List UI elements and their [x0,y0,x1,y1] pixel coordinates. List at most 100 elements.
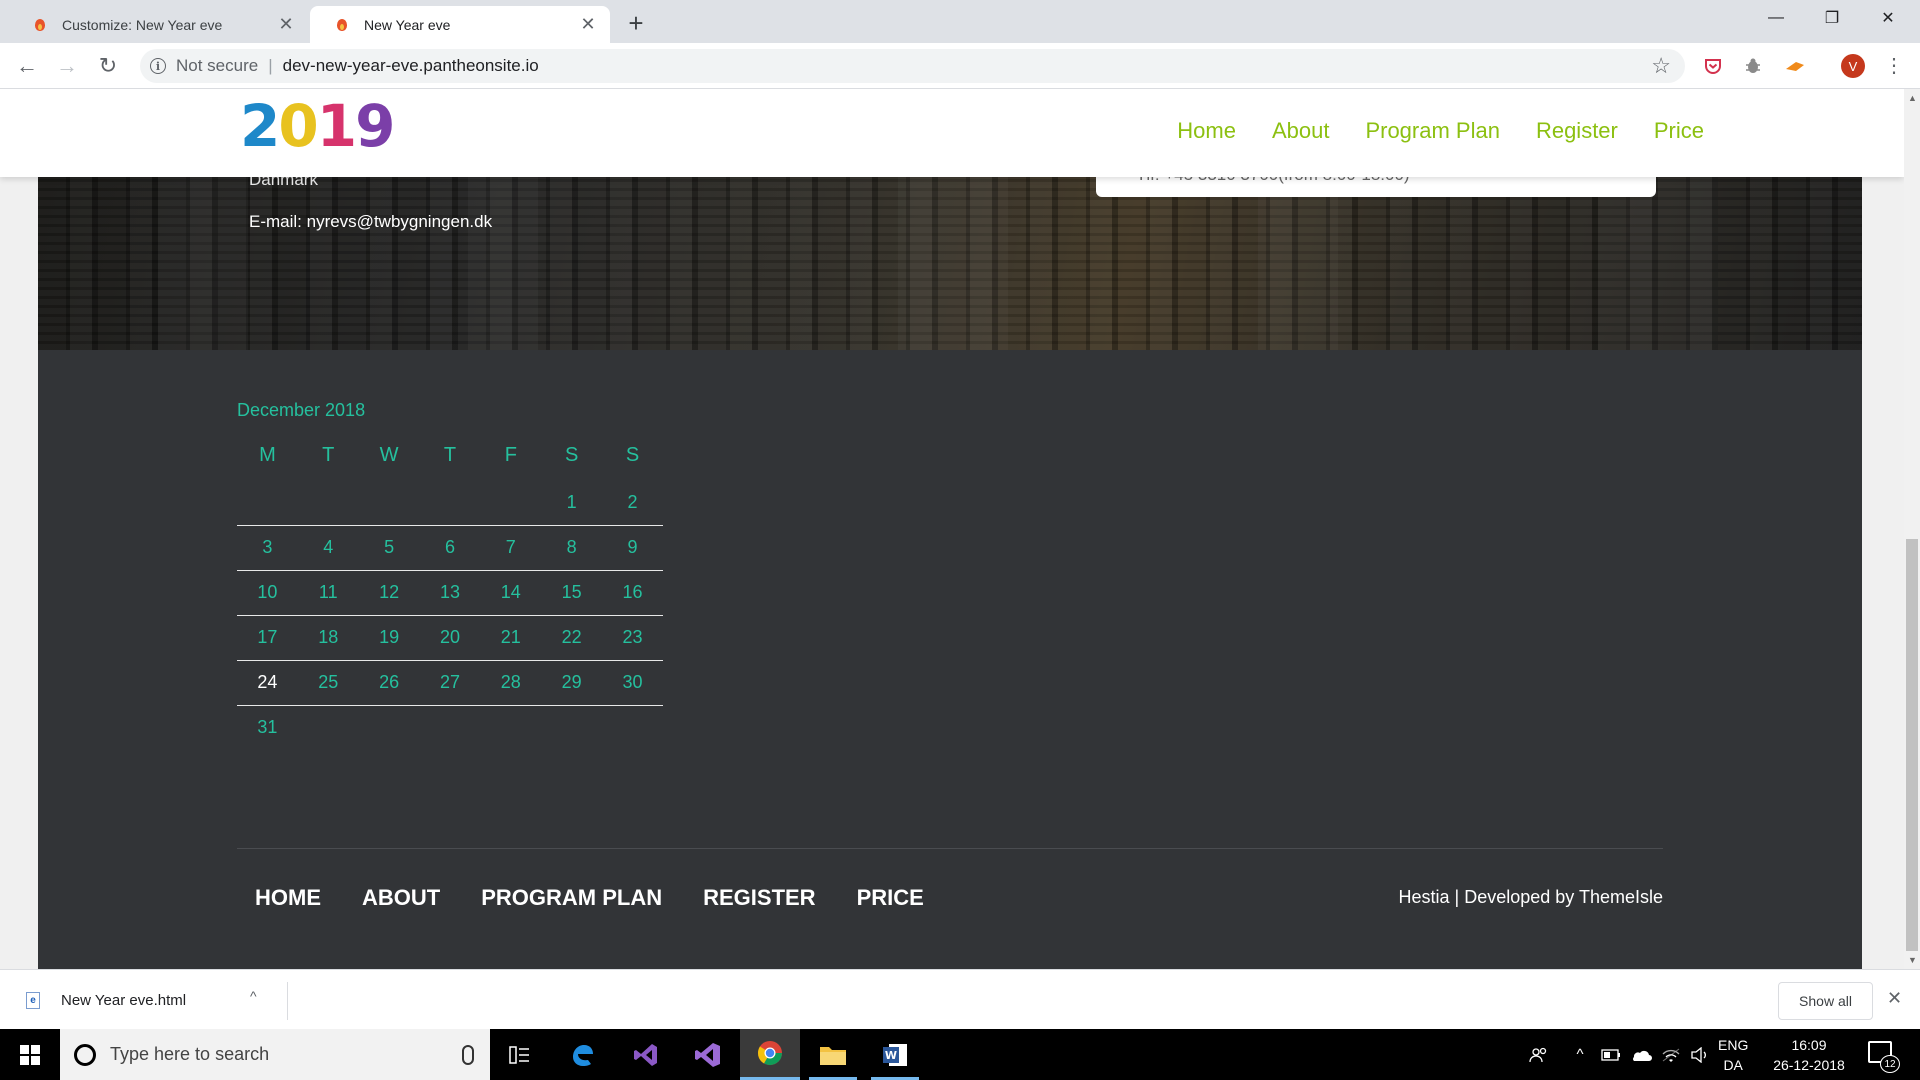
calendar-day: 8 [541,525,603,571]
browser-toolbar: ← → ↻ i Not secure | dev-new-year-eve.pa… [0,43,1920,89]
footer-link-home[interactable]: HOME [255,885,321,911]
clock-time: 16:09 [1791,1037,1827,1053]
calendar-empty-cell [541,705,602,750]
calendar-day: 5 [358,525,420,571]
profile-avatar[interactable]: V [1841,54,1865,78]
tab-close-icon[interactable]: ✕ [576,13,600,37]
bug-extension-icon[interactable] [1742,55,1764,77]
main-navigation: Home About Program Plan Register Price [1177,118,1704,144]
volume-icon[interactable] [1688,1029,1712,1080]
calendar-caption: December 2018 [237,400,366,420]
tab-title: New Year eve [364,16,451,33]
address-email: E-mail: nyrevs@twbygningen.dk [249,212,493,231]
chrome-icon[interactable] [740,1029,800,1080]
calendar-day: 7 [480,525,542,571]
scroll-down-arrow-icon[interactable]: ▼ [1908,955,1917,965]
calendar-empty-cell [359,705,420,750]
calendar-day: 19 [358,615,420,661]
system-clock[interactable]: 16:09 26-12-2018 [1766,1035,1852,1075]
calendar-day: 15 [541,570,603,616]
calendar-empty-cell [420,705,481,750]
nav-about[interactable]: About [1272,118,1330,144]
nav-program-plan[interactable]: Program Plan [1365,118,1500,144]
calendar-day: 27 [419,660,481,706]
forward-button[interactable]: → [52,51,82,81]
word-icon[interactable]: W [865,1029,925,1080]
site-header: 2019 Home About Program Plan Register Pr… [0,89,1904,177]
onedrive-icon[interactable] [1630,1029,1652,1080]
tab-strip: Customize: New Year eve ✕ New Year eve ✕… [0,0,1920,43]
chevron-up-icon[interactable]: ^ [250,988,257,1004]
calendar-empty-cell [480,480,542,526]
browser-menu-icon[interactable]: ⋮ [1884,53,1904,79]
weekday-header: M [259,443,276,466]
nav-register[interactable]: Register [1536,118,1618,144]
language-indicator[interactable]: ENG DA [1718,1035,1748,1075]
battery-icon[interactable] [1600,1029,1622,1080]
scroll-thumb[interactable] [1906,539,1918,951]
star-icon[interactable]: ☆ [1651,53,1671,79]
page-scrollbar[interactable]: ▲ ▼ [1904,89,1920,969]
tab-new-year-eve[interactable]: New Year eve ✕ [310,6,610,43]
site-footer: December 2018 M T W T F S S 1 2 3 4 5 6 7 8 9 10 1… [38,350,1862,969]
calendar-day: 17 [237,615,298,661]
themeisle-link[interactable]: ThemeIsle [1579,887,1663,907]
calendar-empty-cell [358,480,420,526]
task-view-icon[interactable] [490,1029,550,1080]
nav-price[interactable]: Price [1654,118,1704,144]
chevron-up-icon[interactable]: ^ [1570,1029,1590,1080]
calendar-empty-cell [419,480,481,526]
orange-extension-icon[interactable] [1784,55,1806,77]
footer-link-about[interactable]: ABOUT [362,885,440,911]
info-icon[interactable]: i [150,58,166,74]
edge-icon[interactable] [553,1029,613,1080]
show-all-button[interactable]: Show all [1778,982,1873,1020]
site-logo[interactable]: 2019 [240,97,395,155]
download-file-name[interactable]: New Year eve.html [61,992,186,1009]
page-viewport: Danmark E-mail: nyrevs@twbygningen.dk Tl… [0,89,1904,969]
weekday-header: F [504,443,517,466]
calendar-day: 28 [480,660,542,706]
download-separator [287,982,288,1020]
calendar-empty-cell [298,705,359,750]
calendar-day: 25 [297,660,359,706]
clock-date: 26-12-2018 [1773,1057,1845,1073]
keyboard-layout: DA [1723,1057,1743,1073]
new-tab-button[interactable]: + [622,9,650,37]
file-explorer-icon[interactable] [803,1029,863,1080]
weekday-header: S [625,443,640,466]
weekday-header: T [443,443,457,466]
visual-studio-code-icon[interactable] [616,1029,676,1080]
nav-home[interactable]: Home [1177,118,1236,144]
pocket-icon[interactable] [1702,55,1724,77]
taskbar-search[interactable]: Type here to search [60,1029,490,1080]
address-bar[interactable]: i Not secure | dev-new-year-eve.pantheon… [140,49,1685,83]
minimize-button[interactable]: — [1748,0,1804,36]
calendar-day: 10 [237,570,298,616]
tab-customize[interactable]: Customize: New Year eve ✕ [8,6,308,43]
close-window-button[interactable]: ✕ [1860,0,1916,36]
calendar-day: 3 [237,525,298,571]
footer-link-register[interactable]: REGISTER [703,885,815,911]
scroll-up-arrow-icon[interactable]: ▲ [1908,93,1917,103]
url-text[interactable]: dev-new-year-eve.pantheonsite.io [283,56,539,76]
language-code: ENG [1718,1037,1749,1053]
close-download-bar-icon[interactable]: ✕ [1887,988,1902,1009]
windows-start-icon[interactable] [0,1029,60,1080]
calendar-day: 13 [419,570,481,616]
calendar-day: 11 [297,570,359,616]
people-icon[interactable] [1526,1029,1552,1080]
microphone-icon[interactable] [462,1044,474,1065]
tab-close-icon[interactable]: ✕ [274,13,298,37]
visual-studio-icon[interactable] [678,1029,738,1080]
maximize-button[interactable]: ❐ [1804,0,1860,36]
back-button[interactable]: ← [12,51,42,81]
reload-button[interactable]: ↻ [93,51,123,81]
calendar-week-row: 17 18 19 20 21 22 23 [237,615,663,661]
logo-digit: 1 [316,92,357,160]
footer-link-price[interactable]: PRICE [857,885,924,911]
wifi-icon[interactable] [1660,1029,1682,1080]
calendar-day: 9 [602,525,663,571]
calendar-day: 12 [358,570,420,616]
footer-link-program-plan[interactable]: PROGRAM PLAN [481,885,662,911]
